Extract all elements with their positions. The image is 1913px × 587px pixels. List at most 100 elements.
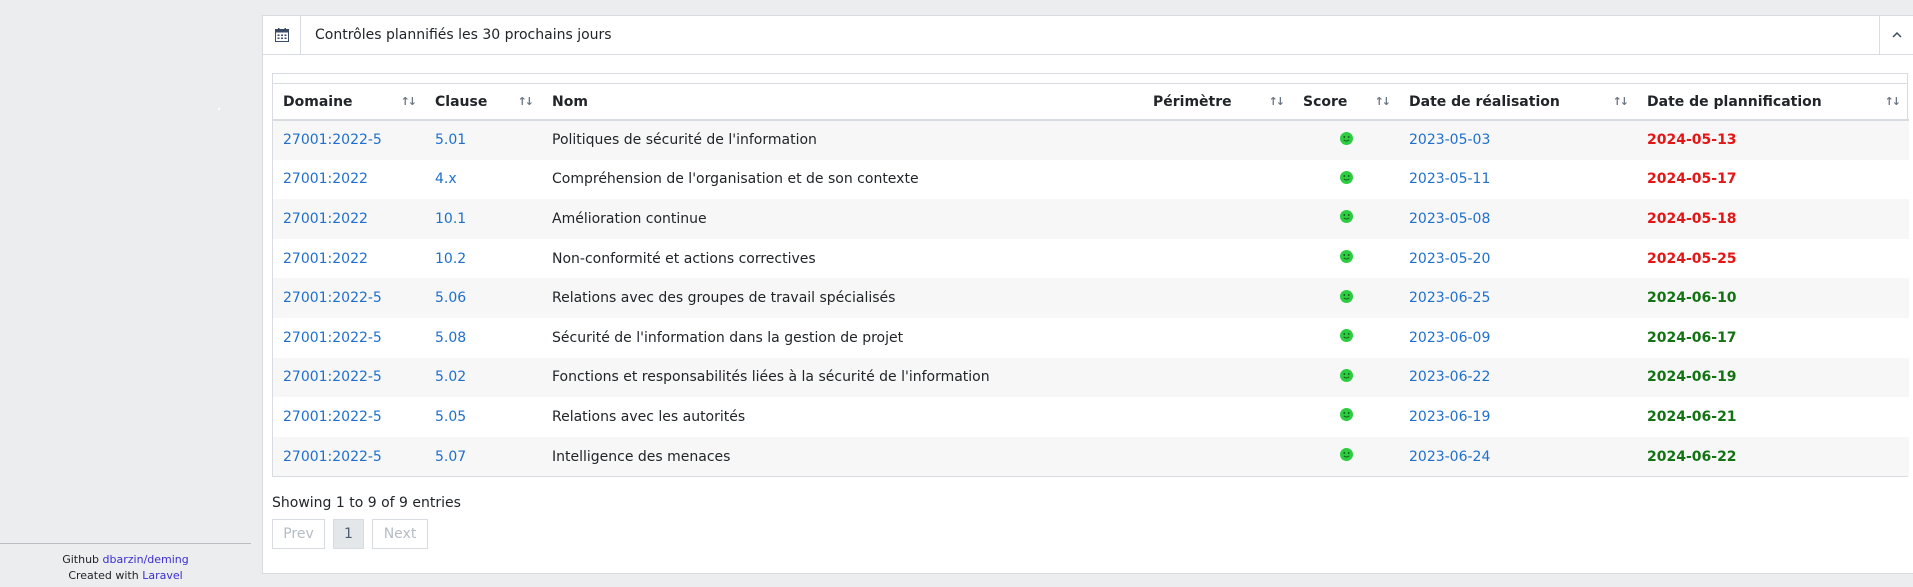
domaine-cell: 27001:2022-5 <box>273 437 425 477</box>
clause-cell: 4.x <box>425 160 542 200</box>
domaine-link[interactable]: 27001:2022 <box>283 171 368 187</box>
domaine-link[interactable]: 27001:2022-5 <box>283 449 382 465</box>
nom-cell: Intelligence des menaces <box>552 448 731 465</box>
domaine-link[interactable]: 27001:2022 <box>283 211 368 227</box>
domaine-link[interactable]: 27001:2022-5 <box>283 290 382 306</box>
perimetre-cell <box>1143 437 1293 477</box>
column-label: Date de plannification <box>1647 93 1822 110</box>
score-header[interactable]: Score ↑↓ <box>1293 84 1399 121</box>
column-label: Nom <box>552 93 588 110</box>
green-smiley-icon[interactable] <box>1339 131 1353 149</box>
sort-arrows-icon[interactable]: ↑↓ <box>1269 95 1286 108</box>
green-smiley-icon[interactable] <box>1339 408 1353 425</box>
domaine-link[interactable]: 27001:2022-5 <box>283 409 382 425</box>
realisation-link[interactable]: 2023-05-08 <box>1409 211 1490 227</box>
clause-cell: 5.02 <box>425 358 542 398</box>
realisation-link[interactable]: 2023-05-03 <box>1409 132 1490 148</box>
sort-arrows-icon[interactable]: ↑↓ <box>518 95 535 108</box>
plannification-date: 2024-06-17 <box>1647 329 1737 346</box>
domaine-cell: 27001:2022 <box>273 199 425 239</box>
green-smiley-icon[interactable] <box>1339 368 1353 386</box>
laravel-link[interactable]: Laravel <box>142 569 182 582</box>
green-smiley-icon[interactable] <box>1339 329 1353 346</box>
realisation-cell: 2023-05-03 <box>1399 120 1637 160</box>
plannification-date: 2024-06-10 <box>1647 290 1737 307</box>
domaine-link[interactable]: 27001:2022-5 <box>283 369 382 385</box>
perimetre-cell <box>1143 239 1293 279</box>
realisation-cell: 2023-05-11 <box>1399 160 1637 200</box>
perimetre-cell <box>1143 358 1293 398</box>
clause-link[interactable]: 10.1 <box>435 211 466 227</box>
sort-arrows-icon[interactable]: ↑↓ <box>1375 95 1392 108</box>
perimetre-cell <box>1143 397 1293 437</box>
table-row: 27001:2022-5 5.05 Relations avec les autor… <box>273 397 1909 437</box>
sort-arrows-icon[interactable]: ↑↓ <box>401 95 418 108</box>
realisation-link[interactable]: 2023-06-19 <box>1409 409 1490 425</box>
realisation-link[interactable]: 2023-05-11 <box>1409 171 1490 187</box>
score-cell <box>1293 318 1399 358</box>
clause-link[interactable]: 5.08 <box>435 330 466 346</box>
clause-cell: 5.07 <box>425 437 542 477</box>
realisation-link[interactable]: 2023-05-20 <box>1409 251 1490 267</box>
realisation-cell: 2023-06-22 <box>1399 358 1637 398</box>
column-label: Domaine <box>283 93 353 110</box>
clause-link[interactable]: 5.02 <box>435 369 466 385</box>
score-cell <box>1293 437 1399 477</box>
clause-link[interactable]: 5.07 <box>435 449 466 465</box>
nom-cell: Non-conformité et actions correctives <box>552 250 816 267</box>
table-body: 27001:2022-5 5.01 Politiques de sécurité d… <box>273 120 1909 477</box>
column-label: Score <box>1303 93 1348 110</box>
table-row: 27001:2022-5 5.02 Fonctions et responsabil… <box>273 357 1909 398</box>
clause-link[interactable]: 4.x <box>435 171 457 187</box>
realisation-header[interactable]: Date de réalisation ↑↓ <box>1399 84 1637 121</box>
github-link[interactable]: dbarzin/deming <box>103 553 189 566</box>
sidebar-dot <box>218 108 220 110</box>
clause-header[interactable]: Clause ↑↓ <box>425 84 542 121</box>
domaine-link[interactable]: 27001:2022-5 <box>283 330 382 346</box>
green-smiley-icon[interactable] <box>1339 210 1353 227</box>
github-line: Github dbarzin/deming <box>0 552 251 568</box>
realisation-link[interactable]: 2023-06-22 <box>1409 369 1490 385</box>
clause-link[interactable]: 5.05 <box>435 409 466 425</box>
perimetre-header[interactable]: Périmètre ↑↓ <box>1143 84 1293 121</box>
chevron-up-icon[interactable] <box>1879 16 1913 54</box>
nom-cell: Amélioration continue <box>552 210 707 227</box>
sidebar: Github dbarzin/deming Created with Larav… <box>0 0 251 587</box>
clause-link[interactable]: 10.2 <box>435 251 466 267</box>
domaine-link[interactable]: 27001:2022 <box>283 251 368 267</box>
clause-link[interactable]: 5.01 <box>435 132 466 148</box>
green-smiley-icon[interactable] <box>1339 448 1353 465</box>
perimetre-cell <box>1143 199 1293 239</box>
calendar-icon <box>263 16 301 54</box>
column-label: Périmètre <box>1153 93 1232 110</box>
domaine-link[interactable]: 27001:2022-5 <box>283 132 382 148</box>
realisation-link[interactable]: 2023-06-25 <box>1409 290 1490 306</box>
realisation-cell: 2023-05-20 <box>1399 239 1637 279</box>
sort-arrows-icon[interactable]: ↑↓ <box>1613 95 1630 108</box>
realisation-link[interactable]: 2023-06-24 <box>1409 449 1490 465</box>
realisation-link[interactable]: 2023-06-09 <box>1409 330 1490 346</box>
green-smiley-icon[interactable] <box>1339 250 1353 267</box>
plannification-header[interactable]: Date de plannification ↑↓ <box>1637 84 1909 121</box>
prev-button[interactable]: Prev <box>272 519 325 549</box>
next-button[interactable]: Next <box>372 519 428 549</box>
plannification-date: 2024-05-25 <box>1647 250 1737 267</box>
plannification-date: 2024-05-17 <box>1647 171 1737 188</box>
domaine-cell: 27001:2022-5 <box>273 397 425 437</box>
created-prefix: Created with <box>68 569 139 582</box>
green-smiley-icon[interactable] <box>1339 170 1353 188</box>
clause-cell: 5.08 <box>425 318 542 358</box>
domaine-cell: 27001:2022-5 <box>273 358 425 398</box>
domaine-cell: 27001:2022-5 <box>273 120 425 160</box>
green-smiley-icon[interactable] <box>1339 289 1353 307</box>
page-1-button[interactable]: 1 <box>333 519 364 549</box>
domaine-cell: 27001:2022 <box>273 160 425 200</box>
sort-arrows-icon[interactable]: ↑↓ <box>1885 95 1902 108</box>
realisation-cell: 2023-06-19 <box>1399 397 1637 437</box>
perimetre-cell <box>1143 318 1293 358</box>
domaine-header[interactable]: Domaine ↑↓ <box>273 84 425 121</box>
nom-header[interactable]: Nom <box>542 84 1143 121</box>
github-prefix: Github <box>62 553 100 566</box>
clause-link[interactable]: 5.06 <box>435 290 466 306</box>
planned-controls-card: Contrôles plannifiés les 30 prochains jo… <box>262 15 1913 574</box>
